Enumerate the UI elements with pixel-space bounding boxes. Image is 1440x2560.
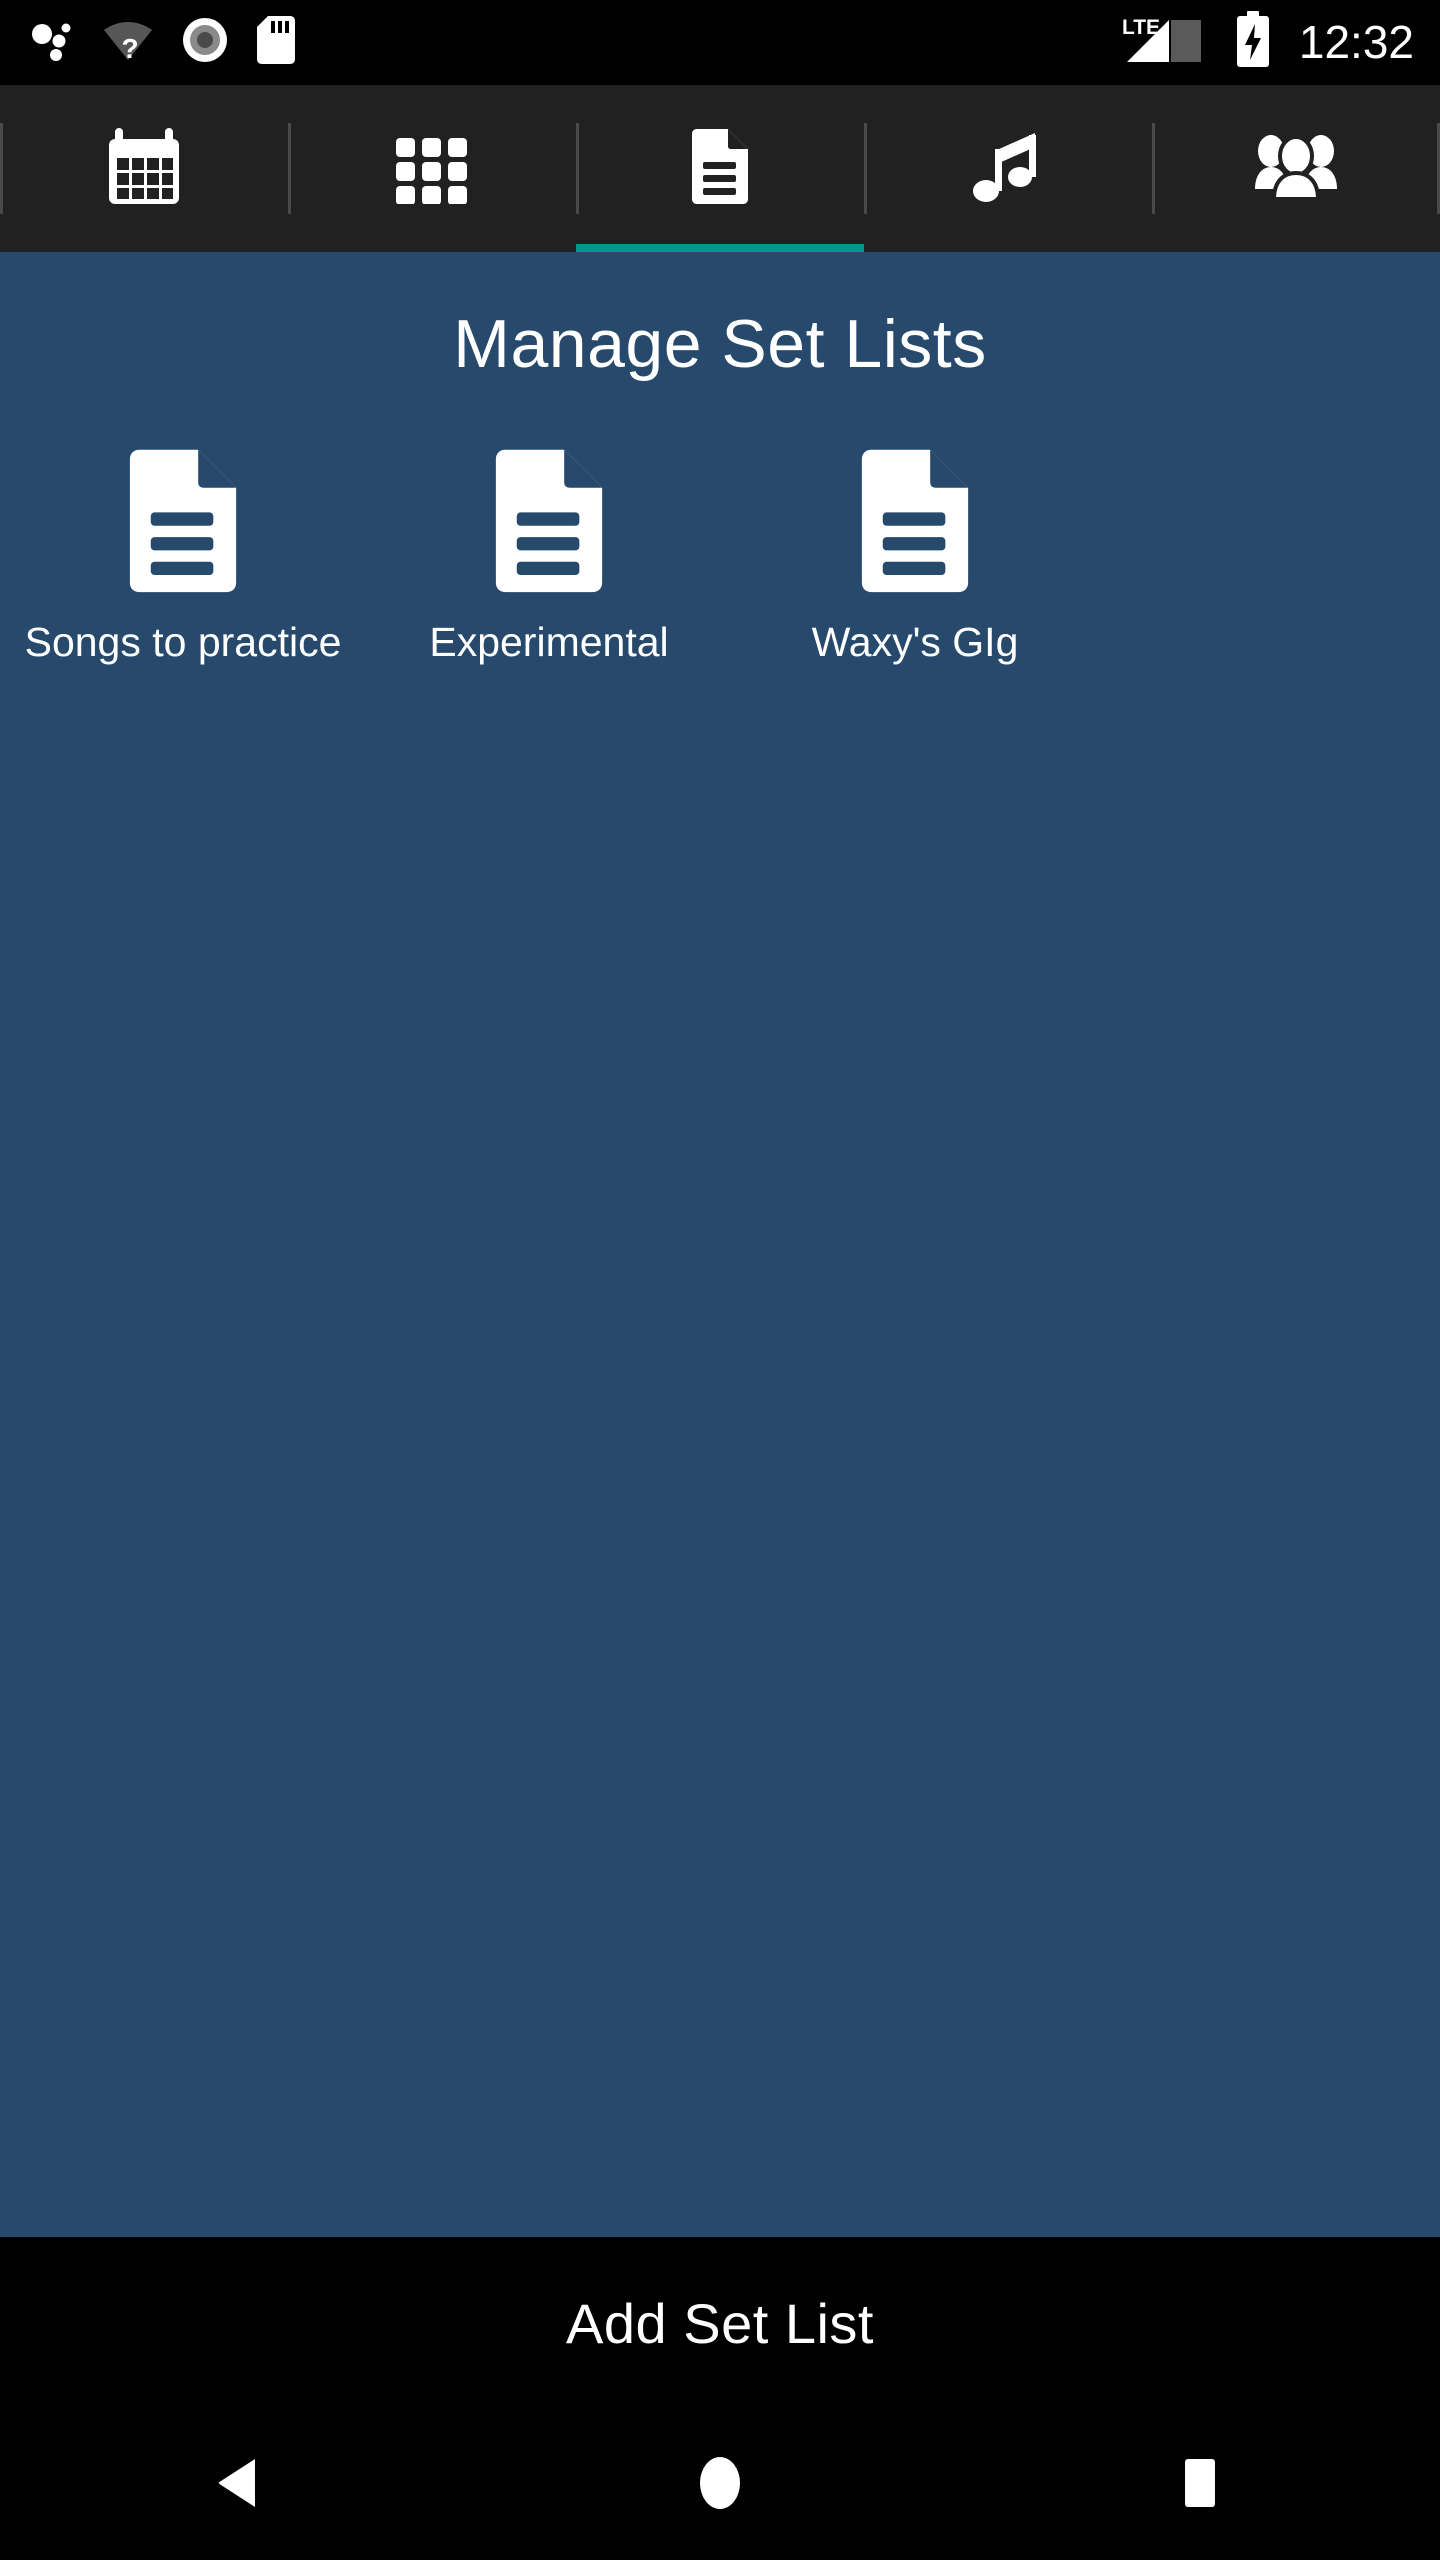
setlist-label: Songs to practice <box>24 619 342 665</box>
status-bar-left-icons: ? <box>28 0 296 85</box>
grid-icon <box>288 82 576 249</box>
page-title: Manage Set Lists <box>453 306 987 382</box>
sd-card-icon <box>256 15 296 70</box>
tab-setlists[interactable] <box>576 85 864 252</box>
document-icon <box>576 82 864 249</box>
setlist-item[interactable]: Experimental <box>366 440 732 666</box>
phone-screen: ? LTE 12:32 Manage Set Lists Songs to pr… <box>0 0 1440 2560</box>
tab-bar <box>0 85 1440 252</box>
circle-icon <box>694 2455 746 2516</box>
add-set-list-button[interactable]: Add Set List <box>0 2237 1440 2410</box>
tab-calendar[interactable] <box>0 85 288 252</box>
calendar-icon <box>0 82 288 249</box>
wifi-unknown-icon: ? <box>102 16 154 69</box>
status-bar: ? LTE 12:32 <box>0 0 1440 85</box>
document-icon <box>495 449 603 593</box>
status-bar-clock: 12:32 <box>1298 15 1414 68</box>
setlist-item[interactable]: Songs to practice <box>0 440 366 666</box>
triangle-left-icon <box>217 2457 263 2514</box>
main-content: Manage Set Lists Songs to practice Exper… <box>0 252 1440 2237</box>
nav-home-button[interactable] <box>480 2410 960 2560</box>
setlist-label: Waxy's GIg <box>811 619 1019 665</box>
status-bar-right-icons: LTE 12:32 <box>1119 0 1414 85</box>
setlist-label: Experimental <box>429 619 669 665</box>
svg-text:?: ? <box>121 33 138 64</box>
document-icon <box>129 449 237 593</box>
location-record-icon <box>180 15 230 70</box>
android-navigation-bar <box>0 2410 1440 2560</box>
signal-bars-icon: LTE <box>1119 12 1215 73</box>
battery-charging-icon <box>1233 11 1273 74</box>
tab-grid[interactable] <box>288 85 576 252</box>
nav-back-button[interactable] <box>0 2410 480 2560</box>
add-set-list-label: Add Set List <box>566 2291 874 2355</box>
nav-recents-button[interactable] <box>960 2410 1440 2560</box>
tab-songs[interactable] <box>864 85 1152 252</box>
square-icon <box>1176 2457 1224 2514</box>
setlist-item[interactable]: Waxy's GIg <box>732 440 1098 666</box>
people-icon <box>1152 82 1440 249</box>
setlist-grid: Songs to practice Experimental Waxy's GI… <box>0 440 1440 666</box>
tab-bands[interactable] <box>1152 85 1440 252</box>
bubbles-icon <box>28 16 76 69</box>
music-note-icon <box>864 82 1152 249</box>
document-icon <box>861 449 969 593</box>
tab-active-indicator <box>576 244 864 252</box>
